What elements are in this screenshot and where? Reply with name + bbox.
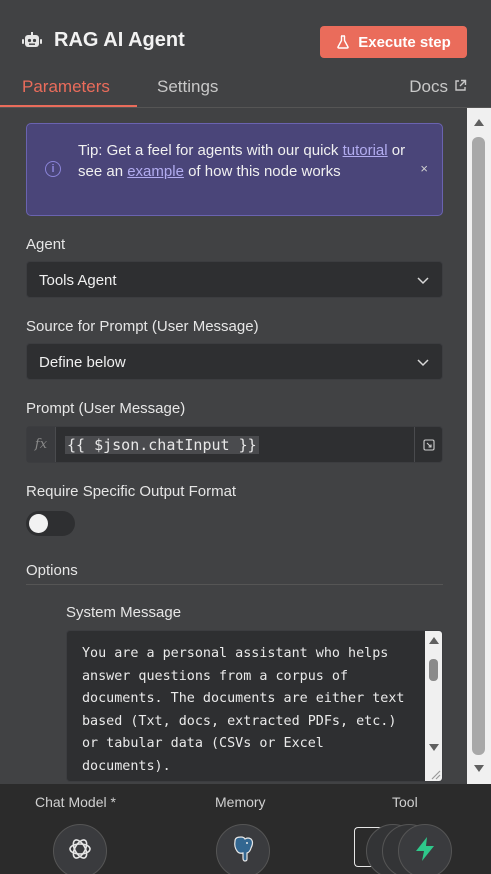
tutorial-link[interactable]: tutorial: [343, 142, 388, 159]
lightning-icon: [413, 836, 437, 867]
options-divider: [26, 584, 443, 585]
execute-step-label: Execute step: [358, 33, 451, 51]
system-message-textarea[interactable]: You are a personal assistant who helps a…: [66, 630, 443, 782]
resize-handle-icon[interactable]: [427, 766, 441, 780]
require-output-label: Require Specific Output Format: [26, 483, 237, 500]
tip-callout: i Tip: Get a feel for agents with our qu…: [26, 123, 443, 216]
scroll-up-arrow-icon[interactable]: [474, 119, 484, 126]
require-output-toggle[interactable]: [26, 511, 75, 536]
prompt-value: {{ $json.chatInput }}: [65, 436, 259, 454]
title-wrap: RAG AI Agent: [22, 29, 185, 52]
agent-select[interactable]: Tools Agent: [26, 261, 443, 298]
chevron-down-icon: [416, 273, 430, 287]
tool-label: Tool: [392, 794, 418, 810]
prompt-label: Prompt (User Message): [26, 400, 186, 417]
chat-model-connector[interactable]: [53, 824, 107, 874]
node-parameters-panel: RAG AI Agent Execute step Parameters Set…: [0, 0, 491, 874]
source-select[interactable]: Define below: [26, 343, 443, 380]
close-tip-icon[interactable]: ×: [420, 161, 428, 176]
agent-label: Agent: [26, 236, 66, 253]
tab-bar: Parameters Settings Docs: [0, 72, 491, 108]
example-link[interactable]: example: [127, 163, 184, 180]
textarea-scroll-thumb[interactable]: [429, 659, 438, 681]
parameters-content: i Tip: Get a feel for agents with our qu…: [0, 108, 467, 798]
system-message-label: System Message: [66, 604, 182, 621]
panel-scrollbar[interactable]: [467, 108, 491, 784]
info-icon: i: [45, 161, 61, 177]
node-title: RAG AI Agent: [54, 29, 185, 51]
open-expression-editor-icon[interactable]: [414, 427, 442, 462]
prompt-expression-input[interactable]: fx {{ $json.chatInput }}: [26, 426, 443, 463]
sub-node-connectors: Chat Model * Memory Tool: [0, 784, 491, 874]
agent-select-value: Tools Agent: [39, 272, 117, 289]
tool-connector[interactable]: [398, 824, 452, 874]
panel-header: RAG AI Agent Execute step: [0, 0, 491, 72]
toggle-knob: [29, 514, 48, 533]
external-link-icon: [454, 77, 467, 97]
chat-model-label: Chat Model *: [35, 794, 116, 810]
scroll-down-arrow-icon[interactable]: [429, 744, 439, 751]
scroll-up-arrow-icon[interactable]: [429, 637, 439, 644]
panel-scroll-thumb[interactable]: [472, 137, 485, 755]
execute-step-button[interactable]: Execute step: [320, 26, 467, 58]
tab-settings[interactable]: Settings: [157, 77, 218, 97]
memory-connector[interactable]: [216, 824, 270, 874]
options-heading: Options: [26, 562, 78, 579]
tab-parameters[interactable]: Parameters: [22, 77, 110, 97]
textarea-scrollbar[interactable]: [425, 631, 442, 781]
fx-icon: fx: [27, 427, 56, 462]
robot-icon: [22, 31, 42, 51]
source-select-value: Define below: [39, 354, 126, 371]
postgres-elephant-icon: [231, 835, 255, 867]
flask-icon: [336, 35, 350, 49]
source-label: Source for Prompt (User Message): [26, 318, 259, 335]
system-message-value: You are a personal assistant who helps a…: [82, 646, 413, 774]
tip-text: Tip: Get a feel for agents with our quic…: [78, 142, 406, 180]
chevron-down-icon: [416, 355, 430, 369]
scroll-down-arrow-icon[interactable]: [474, 765, 484, 772]
memory-label: Memory: [215, 794, 266, 810]
tab-docs[interactable]: Docs: [409, 77, 467, 97]
tab-docs-label: Docs: [409, 77, 448, 96]
openai-icon: [67, 836, 93, 867]
